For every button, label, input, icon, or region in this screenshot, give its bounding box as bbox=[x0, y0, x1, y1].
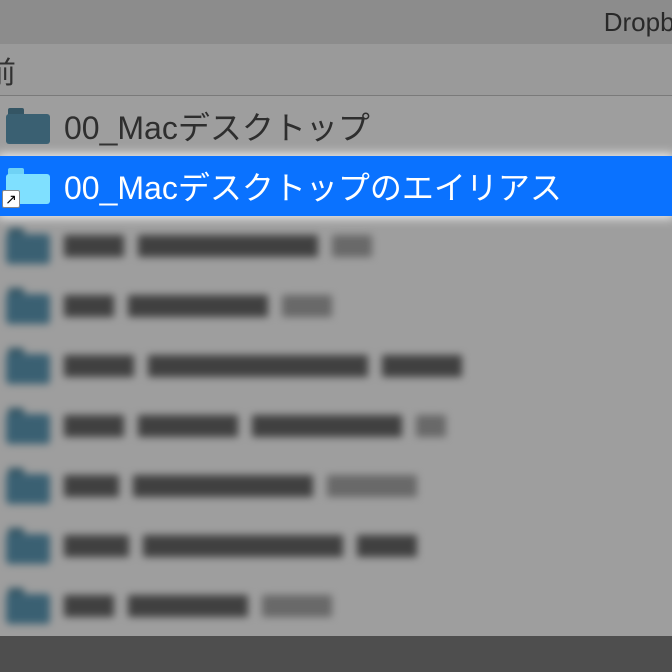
folder-icon bbox=[6, 408, 50, 444]
column-header-name[interactable]: 前 bbox=[0, 44, 672, 96]
list-item[interactable] bbox=[0, 276, 672, 336]
folder-icon bbox=[6, 468, 50, 504]
folder-icon bbox=[6, 588, 50, 624]
list-item[interactable] bbox=[0, 516, 672, 576]
list-item-selected[interactable]: ↗ 00_Macデスクトップのエイリアス bbox=[0, 156, 672, 216]
folder-icon bbox=[6, 108, 50, 144]
file-name-redacted bbox=[64, 475, 417, 497]
file-name-redacted bbox=[64, 415, 446, 437]
file-name-redacted bbox=[64, 295, 332, 317]
folder-alias-icon: ↗ bbox=[6, 168, 50, 204]
list-item[interactable] bbox=[0, 396, 672, 456]
file-name: 00_Macデスクトップ bbox=[64, 103, 370, 149]
list-item[interactable] bbox=[0, 336, 672, 396]
list-item[interactable] bbox=[0, 456, 672, 516]
folder-icon bbox=[6, 348, 50, 384]
column-header-label: 前 bbox=[0, 48, 16, 92]
file-name-redacted bbox=[64, 595, 332, 617]
list-item[interactable] bbox=[0, 576, 672, 636]
file-name-redacted bbox=[64, 355, 462, 377]
window-titlebar: Dropbox bbox=[0, 0, 672, 44]
file-name-redacted bbox=[64, 535, 417, 557]
file-list: 00_Macデスクトップ ↗ 00_Macデスクトップのエイリアス bbox=[0, 96, 672, 636]
window-title: Dropbox bbox=[604, 7, 672, 38]
folder-icon bbox=[6, 528, 50, 564]
file-name: 00_Macデスクトップのエイリアス bbox=[64, 163, 562, 209]
list-item[interactable]: 00_Macデスクトップ bbox=[0, 96, 672, 156]
folder-icon bbox=[6, 288, 50, 324]
alias-arrow-icon: ↗ bbox=[2, 190, 20, 208]
folder-icon bbox=[6, 228, 50, 264]
file-name-redacted bbox=[64, 235, 372, 257]
list-item[interactable] bbox=[0, 216, 672, 276]
